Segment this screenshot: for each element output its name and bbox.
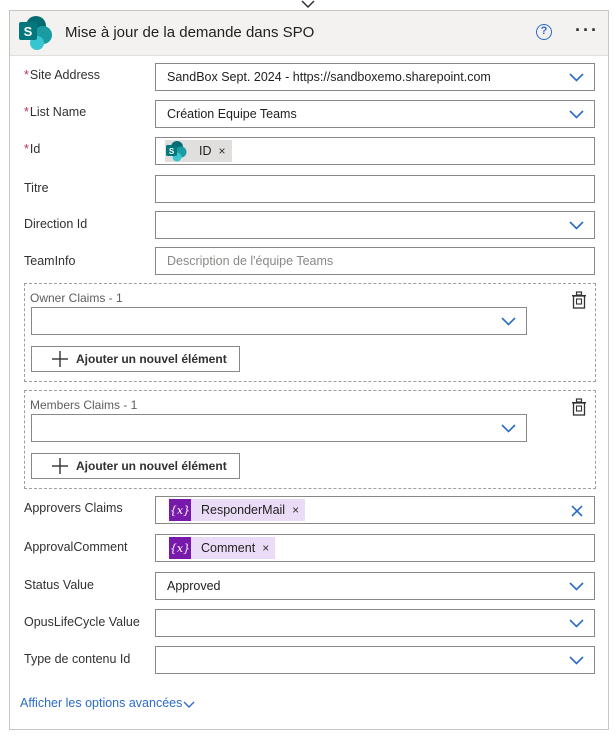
opus-lifecycle-dropdown[interactable] xyxy=(155,609,595,637)
action-title: Mise à jour de la demande dans SPO xyxy=(65,24,315,41)
site-address-dropdown[interactable]: SandBox Sept. 2024 - https://sandboxemo.… xyxy=(155,63,595,91)
add-item-label: Ajouter un nouvel élément xyxy=(76,352,227,366)
owner-claims-label: Owner Claims - 1 xyxy=(30,291,123,305)
action-card: S Mise à jour de la demande dans SPO ? ·… xyxy=(9,10,609,730)
add-owner-item-button[interactable]: Ajouter un nouvel élément xyxy=(31,346,240,372)
site-address-value: SandBox Sept. 2024 - https://sandboxemo.… xyxy=(167,70,491,84)
delete-item-icon[interactable] xyxy=(571,291,587,309)
clear-icon[interactable] xyxy=(571,505,583,517)
type-contenu-label: Type de contenu Id xyxy=(24,652,131,666)
list-name-label: *List Name xyxy=(24,105,87,119)
delete-item-icon[interactable] xyxy=(571,398,587,416)
remove-token-icon[interactable]: × xyxy=(292,503,299,517)
type-contenu-dropdown[interactable] xyxy=(155,646,595,674)
teaminfo-label: TeamInfo xyxy=(24,254,76,268)
remove-token-icon[interactable]: × xyxy=(262,541,269,555)
owner-claims-group: Owner Claims - 1 Ajouter un nouvel éléme… xyxy=(24,283,596,382)
direction-id-label: Direction Id xyxy=(24,217,88,231)
status-value-label: Status Value xyxy=(24,578,94,592)
plus-icon xyxy=(52,458,68,474)
connector-arrow-icon xyxy=(301,0,315,9)
approval-comment-field[interactable]: {x} Comment × xyxy=(155,534,595,562)
action-header[interactable]: S Mise à jour de la demande dans SPO ? ·… xyxy=(10,11,608,56)
approvers-claims-label: Approvers Claims xyxy=(24,501,123,515)
chevron-down-icon xyxy=(569,656,584,665)
comment-token[interactable]: {x} Comment × xyxy=(169,537,276,559)
svg-text:S: S xyxy=(169,147,175,156)
owner-claims-dropdown[interactable] xyxy=(31,307,527,335)
add-members-item-button[interactable]: Ajouter un nouvel élément xyxy=(31,453,240,479)
members-claims-group: Members Claims - 1 Ajouter un nouvel élé… xyxy=(24,390,596,489)
required-mark: * xyxy=(24,105,29,119)
chevron-down-icon xyxy=(569,110,584,119)
required-mark: * xyxy=(24,68,29,82)
id-label: *Id xyxy=(24,142,41,156)
list-name-dropdown[interactable]: Création Equipe Teams xyxy=(155,100,595,128)
remove-token-icon[interactable]: × xyxy=(219,144,226,158)
site-address-label: *Site Address xyxy=(24,68,101,82)
id-field[interactable]: S ID × xyxy=(155,137,595,165)
approvers-claims-field[interactable]: {x} ResponderMail × xyxy=(155,496,595,524)
plus-icon xyxy=(52,351,68,367)
members-claims-dropdown[interactable] xyxy=(31,414,527,442)
members-claims-label: Members Claims - 1 xyxy=(30,398,138,412)
chevron-down-icon xyxy=(501,424,516,433)
add-item-label: Ajouter un nouvel élément xyxy=(76,459,227,473)
chevron-down-icon[interactable] xyxy=(183,701,195,709)
responder-mail-token-label: ResponderMail xyxy=(201,503,286,517)
sharepoint-logo-icon: S xyxy=(166,141,187,162)
id-token-label: ID xyxy=(199,144,212,158)
required-mark: * xyxy=(24,142,29,156)
status-value-value: Approved xyxy=(167,579,221,593)
chevron-down-icon xyxy=(569,582,584,591)
show-advanced-options-link[interactable]: Afficher les options avancées xyxy=(20,696,182,710)
chevron-down-icon xyxy=(569,73,584,82)
titre-label: Titre xyxy=(24,181,49,195)
id-token[interactable]: S ID × xyxy=(165,140,232,162)
status-value-dropdown[interactable]: Approved xyxy=(155,572,595,600)
approval-comment-label: ApprovalComment xyxy=(24,540,128,554)
variable-icon: {x} xyxy=(169,537,191,559)
variable-icon: {x} xyxy=(169,499,191,521)
chevron-down-icon xyxy=(569,221,584,230)
help-icon[interactable]: ? xyxy=(536,24,552,40)
opus-lifecycle-label: OpusLifeCycle Value xyxy=(24,615,140,629)
chevron-down-icon xyxy=(569,619,584,628)
teaminfo-placeholder: Description de l'équipe Teams xyxy=(167,254,334,268)
svg-text:S: S xyxy=(24,24,33,39)
chevron-down-icon xyxy=(501,317,516,326)
list-name-value: Création Equipe Teams xyxy=(167,107,297,121)
comment-token-label: Comment xyxy=(201,541,256,555)
more-options-icon[interactable]: ··· xyxy=(575,20,599,41)
responder-mail-token[interactable]: {x} ResponderMail × xyxy=(169,499,306,521)
direction-id-dropdown[interactable] xyxy=(155,211,595,239)
sharepoint-logo-icon: S xyxy=(19,16,52,50)
titre-input[interactable] xyxy=(155,175,595,203)
teaminfo-input[interactable]: Description de l'équipe Teams xyxy=(155,247,595,275)
